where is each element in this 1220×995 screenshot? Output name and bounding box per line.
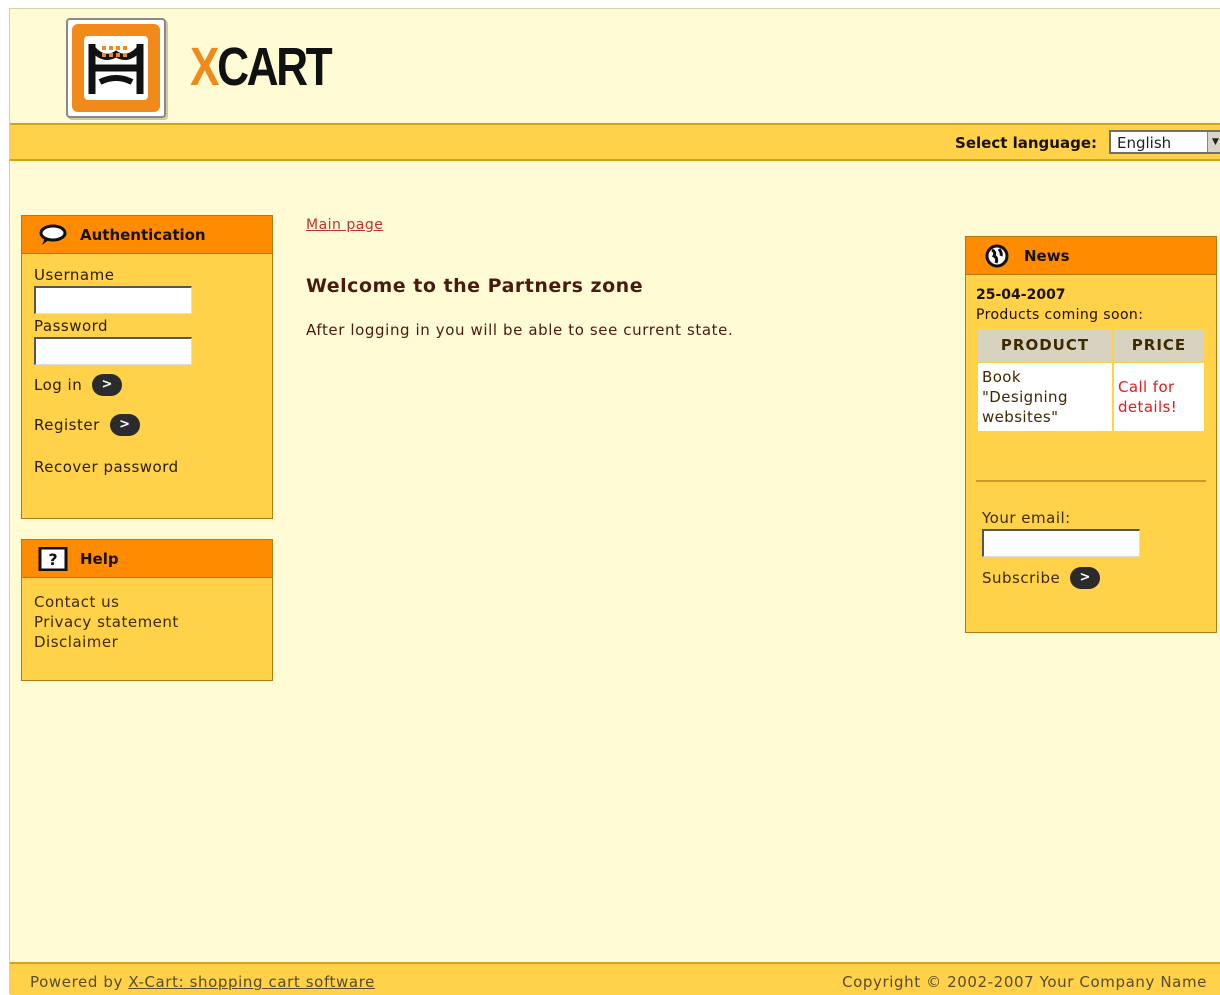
column-header-product: PRODUCT [978,329,1112,361]
language-select-value: English [1117,134,1172,152]
recover-password-link[interactable]: Recover password [34,458,179,476]
register-button[interactable]: Register > [34,414,140,436]
breadcrumb-main-page[interactable]: Main page [306,217,383,233]
help-link-contact[interactable]: Contact us [34,592,179,612]
welcome-text: After logging in you will be able to see… [306,321,734,339]
globe-icon [982,244,1012,268]
powered-by-link[interactable]: X-Cart: shopping cart software [128,973,375,991]
arrow-right-icon[interactable]: > [109,414,140,436]
dropdown-arrow-icon[interactable]: ▼ [1207,132,1220,152]
product-cell: Book "Designing websites" [978,363,1112,431]
top-bar: Select language: English ▼ [10,123,1220,161]
logo-text-x: X [190,37,220,97]
speech-bubble-icon [38,223,68,247]
email-label: Your email: [982,509,1071,527]
news-subtitle: Products coming soon: [976,307,1144,323]
products-table: PRODUCT PRICE Book "Designing websites" … [978,329,1204,431]
username-input[interactable] [34,286,192,314]
news-date: 25-04-2007 [976,287,1066,303]
column-header-price: PRICE [1114,329,1204,361]
login-button[interactable]: Log in > [34,374,123,396]
arrow-right-icon[interactable]: > [1070,567,1101,589]
question-icon: ? [38,546,68,571]
authentication-title: Authentication [80,225,206,244]
logo-cart-icon [72,24,160,112]
language-select[interactable]: English ▼ [1109,130,1220,154]
login-label: Log in [34,376,83,394]
footer: Powered by X-Cart: shopping cart softwar… [10,962,1220,995]
password-input[interactable] [34,337,192,365]
news-box: News 25-04-2007 Products coming soon: PR… [965,236,1217,633]
help-box: ? Help Contact us Privacy statement Disc… [21,539,273,681]
price-cell: Call for details! [1114,363,1204,431]
subscribe-button[interactable]: Subscribe > [982,567,1101,589]
subscribe-label: Subscribe [982,569,1061,587]
news-header: News [966,237,1216,275]
table-row: Book "Designing websites" Call for detai… [978,363,1204,431]
authentication-box: Authentication Username Password Log in … [21,215,273,519]
powered-by: Powered by X-Cart: shopping cart softwar… [30,973,375,991]
help-title: Help [80,549,119,568]
register-label: Register [34,416,100,434]
logo[interactable] [66,18,166,118]
help-link-disclaimer[interactable]: Disclaimer [34,632,179,652]
language-label: Select language: [955,134,1097,152]
logo-text[interactable]: XCART [190,37,333,97]
authentication-header: Authentication [22,216,272,254]
products-table-header: PRODUCT PRICE [978,329,1204,361]
email-field[interactable] [982,529,1140,557]
logo-text-cart: CART [217,37,333,97]
help-link-privacy[interactable]: Privacy statement [34,612,179,632]
divider [976,480,1206,482]
svg-text:?: ? [48,550,57,569]
help-header: ? Help [22,540,272,578]
recover-password-label: Recover password [34,458,179,476]
page: XCART Select language: English ▼ Authent… [9,8,1220,995]
page-title: Welcome to the Partners zone [306,275,644,297]
powered-by-prefix: Powered by [30,973,129,991]
help-links: Contact us Privacy statement Disclaimer [34,592,179,652]
username-label: Username [34,266,115,284]
arrow-right-icon[interactable]: > [92,374,123,396]
password-label: Password [34,317,109,335]
news-title: News [1024,246,1070,265]
copyright: Copyright © 2002-2007 Your Company Name [842,973,1207,991]
